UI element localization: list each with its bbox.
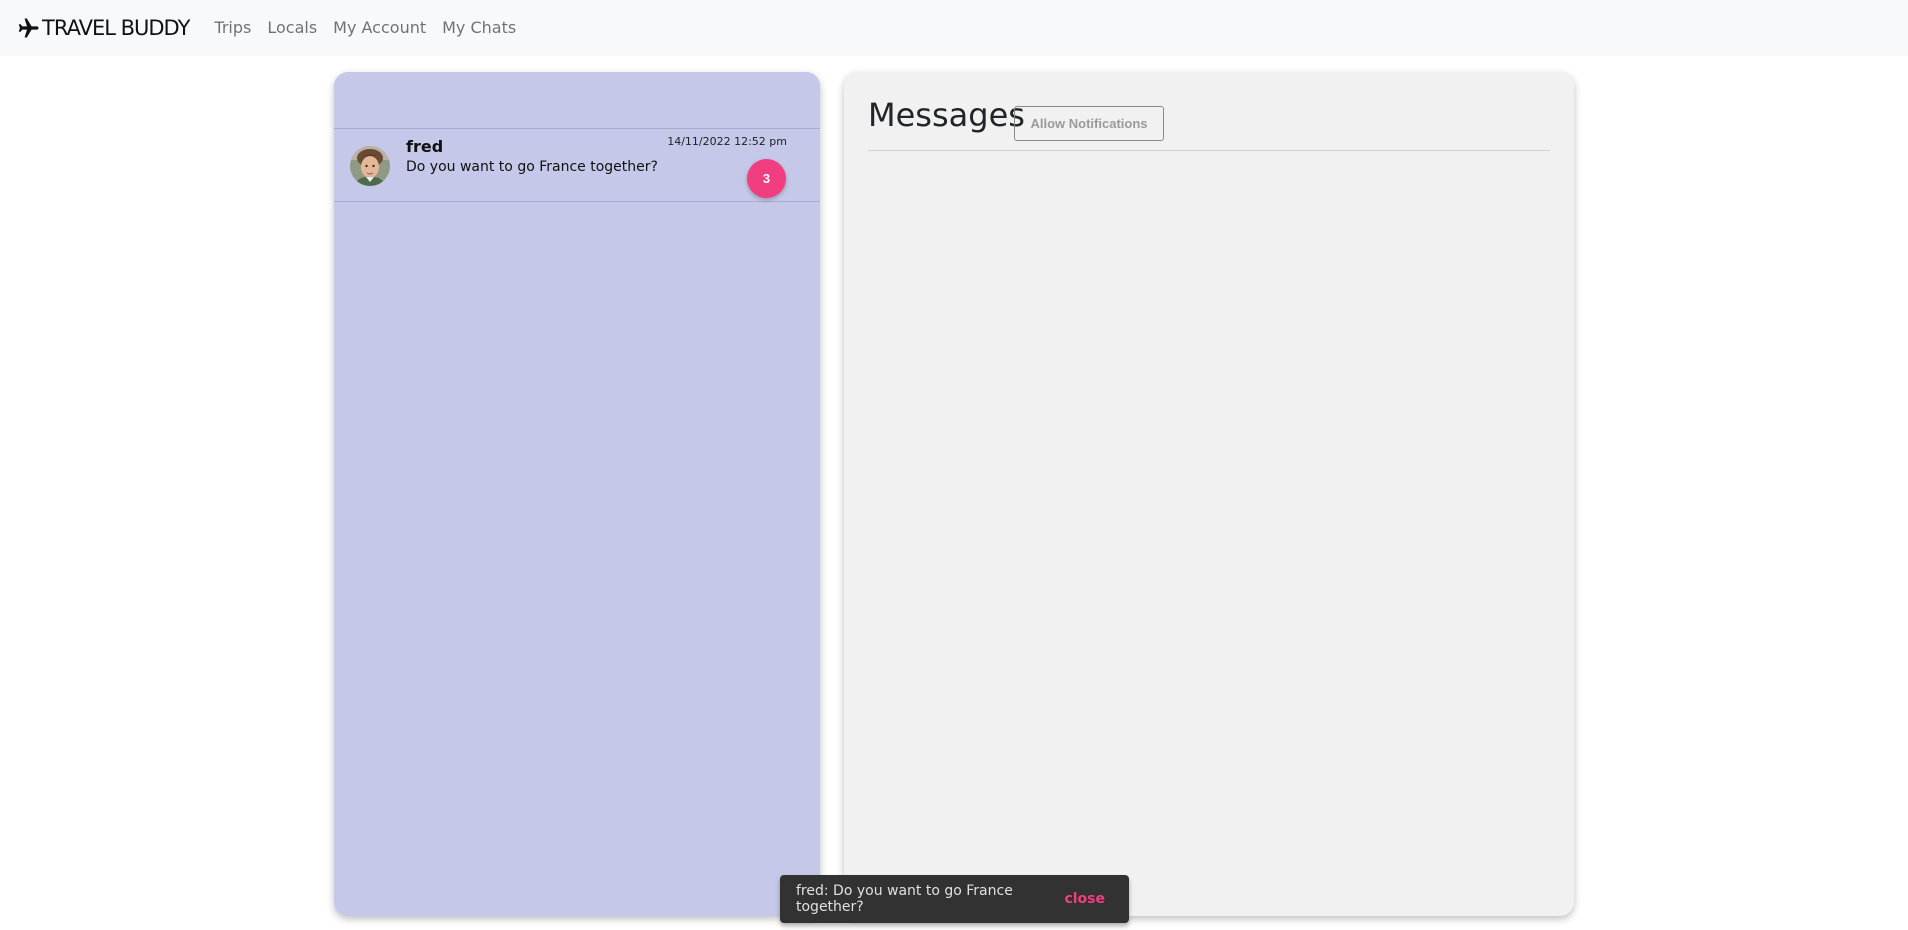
nav-link-my-chats[interactable]: My Chats [434,0,524,56]
messages-title: Messages [868,96,1025,134]
messages-divider [868,150,1550,151]
airplane-icon [17,16,41,40]
chat-timestamp: 14/11/2022 12:52 pm [667,135,787,148]
snackbar-message: fred: Do you want to go France together? [796,883,1013,915]
unread-count-badge: 3 [747,159,786,198]
user-avatar [350,146,390,186]
nav-link-trips[interactable]: Trips [206,0,259,56]
chat-last-message: Do you want to go France together? [406,159,658,175]
snackbar-close-button[interactable]: close [1064,891,1105,907]
chat-list-header [334,72,820,129]
chat-list-panel: fred Do you want to go France together? … [334,72,820,916]
brand-name: TRAVEL BUDDY [42,15,190,40]
nav-link-locals[interactable]: Locals [259,0,325,56]
top-navbar: TRAVEL BUDDY Trips Locals My Account My … [0,0,1908,56]
nav-links: Trips Locals My Account My Chats [206,0,524,56]
nav-link-my-account[interactable]: My Account [325,0,434,56]
chat-contact-name: fred [406,137,444,156]
chat-list-item[interactable]: fred Do you want to go France together? … [334,129,820,202]
notification-snackbar: fred: Do you want to go France together?… [780,875,1129,923]
brand-logo[interactable]: TRAVEL BUDDY [17,15,190,40]
messages-panel: Messages Allow Notifications [844,72,1574,916]
allow-notifications-button[interactable]: Allow Notifications [1014,106,1164,141]
